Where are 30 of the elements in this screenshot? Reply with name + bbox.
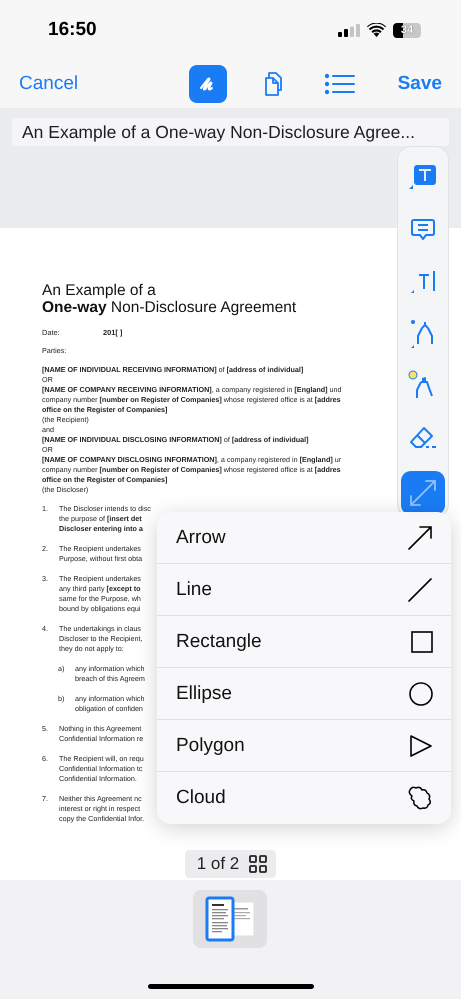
signal-icon (338, 24, 360, 36)
cancel-button[interactable]: Cancel (19, 73, 78, 95)
wifi-icon (367, 23, 386, 37)
shape-menu-item[interactable]: Rectangle (157, 616, 451, 668)
markup-button[interactable] (189, 65, 228, 103)
document-heading: One-way Non-Disclosure Agreement (42, 299, 298, 316)
text-cursor-icon (409, 269, 437, 295)
speech-bubble-icon (410, 217, 436, 243)
shape-menu-item[interactable]: Ellipse (157, 668, 451, 720)
list-icon (325, 73, 356, 95)
page-indicator[interactable]: 1 of 2 (184, 850, 276, 878)
shape-menu-item[interactable]: Arrow (157, 512, 451, 564)
shape-menu-item[interactable]: Cloud (157, 772, 451, 824)
square-icon (411, 630, 433, 652)
shape-tool-button[interactable] (401, 471, 445, 515)
page-thumbnail[interactable] (204, 896, 256, 942)
eraser-icon (408, 425, 438, 451)
arrow-icon (407, 524, 433, 550)
grid-icon (249, 855, 268, 873)
shape-menu-item[interactable]: Line (157, 564, 451, 616)
save-button[interactable]: Save (398, 73, 442, 95)
line-icon (407, 576, 433, 602)
shape-menu-item[interactable]: Polygon (157, 720, 451, 772)
document-title: An Example of a One-way Non-Disclosure Agree... (12, 118, 449, 146)
cloud-icon (407, 785, 433, 811)
double-arrow-icon (407, 477, 439, 509)
triangle-icon (409, 734, 433, 758)
status-time: 16:50 (48, 19, 97, 41)
circle-icon (409, 682, 433, 706)
document-heading: An Example of a (42, 282, 157, 299)
